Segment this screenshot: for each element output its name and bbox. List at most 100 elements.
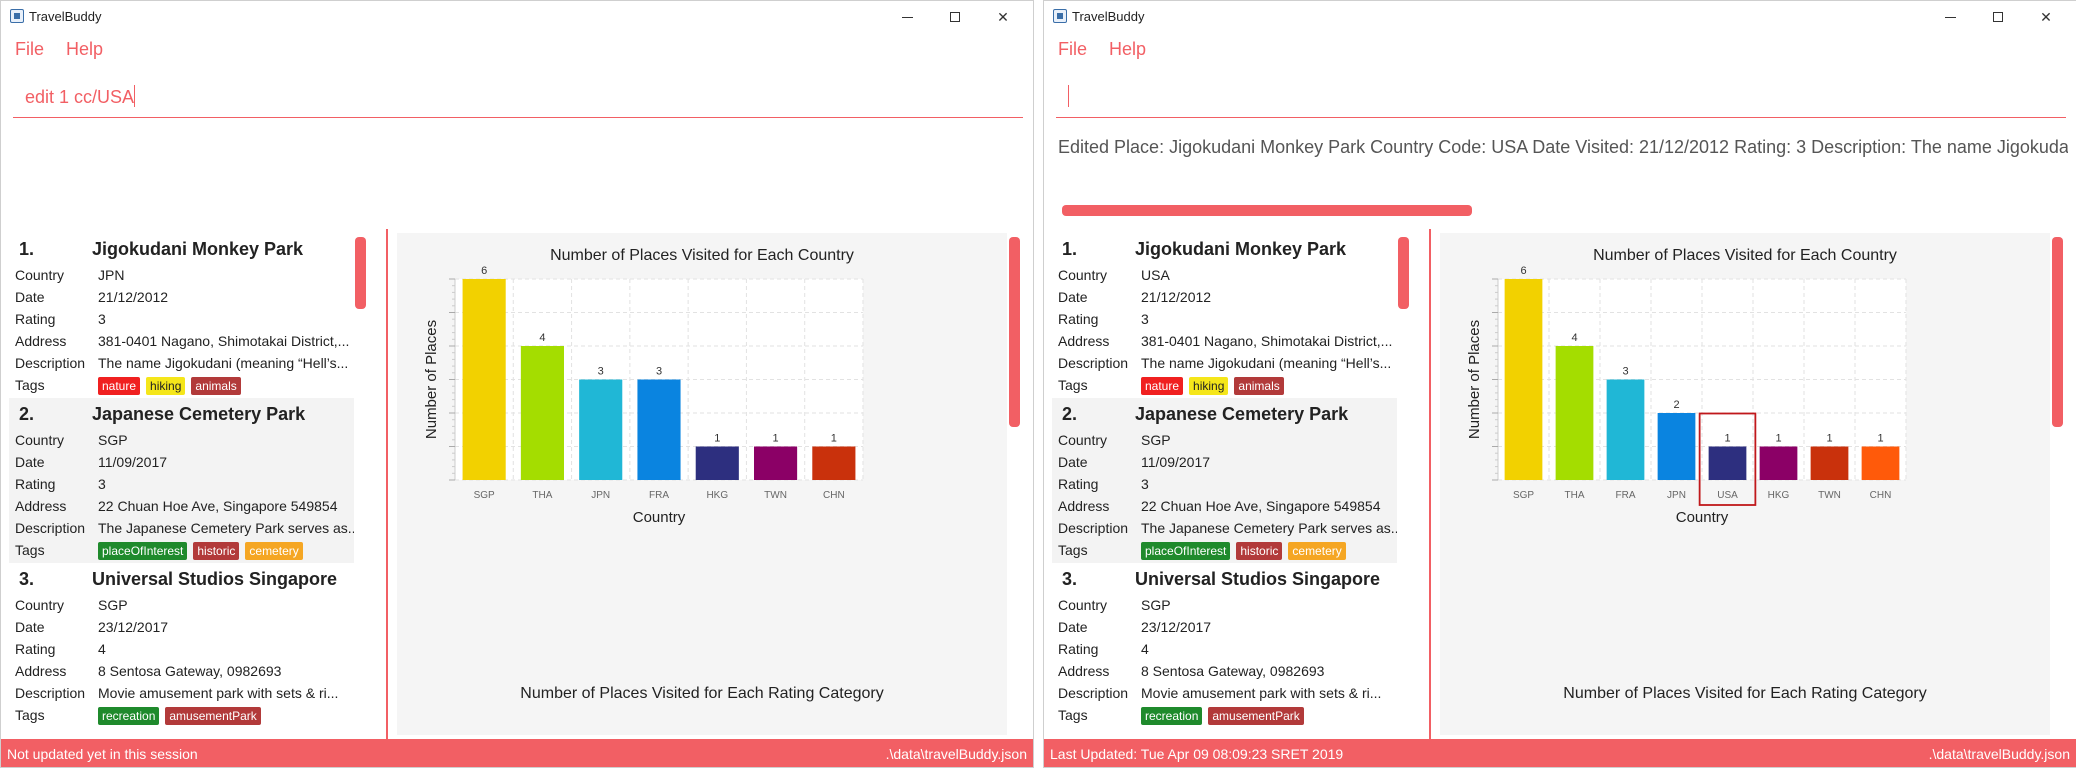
- chart-panel: Number of Places Visited for Each Countr…: [1440, 233, 2050, 735]
- x-tick-label: JPN: [1667, 490, 1686, 501]
- text-caret: [1068, 85, 1069, 107]
- bar-sgp[interactable]: [462, 279, 506, 480]
- bar-fra[interactable]: [637, 379, 681, 481]
- bar-twn[interactable]: [1810, 446, 1849, 481]
- x-tick-label: SGP: [474, 490, 495, 501]
- close-button[interactable]: ✕: [2026, 5, 2066, 29]
- tags-label: Tags: [15, 377, 45, 393]
- country-value: USA: [1141, 267, 1170, 283]
- bar-hkg[interactable]: [695, 446, 739, 481]
- list-scrollbar[interactable]: [1398, 237, 1409, 309]
- tag-list: placeOfInterest historic cemetery: [98, 542, 303, 560]
- tag-list: placeOfInterest historic cemetery: [1141, 542, 1346, 560]
- bar-jpn[interactable]: [579, 379, 623, 481]
- country-value: JPN: [98, 267, 125, 283]
- bar-value-label: 3: [656, 366, 662, 378]
- date-label: Date: [15, 619, 45, 635]
- split-divider[interactable]: [386, 229, 388, 739]
- place-name: Universal Studios Singapore: [1135, 569, 1381, 589]
- command-box[interactable]: [1056, 73, 2066, 118]
- command-box[interactable]: edit 1 cc/USA: [13, 73, 1023, 118]
- address-value: 8 Sentosa Gateway, 0982693: [98, 663, 282, 679]
- tag-recreation: recreation: [1141, 707, 1203, 725]
- tags-label: Tags: [15, 542, 45, 558]
- title-bar: TravelBuddy ✕: [1044, 1, 2076, 33]
- split-divider[interactable]: [1429, 229, 1431, 739]
- tag-animals: animals: [1234, 377, 1284, 395]
- chart-scrollbar[interactable]: [2052, 237, 2063, 427]
- x-tick-label: THA: [1565, 490, 1585, 501]
- place-card[interactable]: 2. Japanese Cemetery Park Country SGP Date 11…: [9, 398, 354, 563]
- tag-historic: historic: [193, 542, 240, 560]
- description-value: The Japanese Cemetery Park serves as...: [1141, 520, 1397, 536]
- place-card[interactable]: 1. Jigokudani Monkey Park Country USA Date 21…: [1052, 233, 1397, 398]
- x-tick-label: CHN: [1870, 490, 1892, 501]
- bar-value-label: 1: [1724, 433, 1730, 445]
- address-value: 22 Chuan Hoe Ave, Singapore 549854: [98, 498, 338, 514]
- close-button[interactable]: ✕: [983, 5, 1023, 29]
- x-tick-label: SGP: [1513, 490, 1534, 501]
- menu-help[interactable]: Help: [66, 39, 103, 59]
- place-card[interactable]: 1. Jigokudani Monkey Park Country JPN Date 21…: [9, 233, 354, 398]
- date-label: Date: [15, 289, 45, 305]
- menu-file[interactable]: File: [1058, 39, 1087, 59]
- maximize-icon: [1993, 12, 2003, 22]
- x-tick-label: FRA: [1616, 490, 1636, 501]
- place-list[interactable]: 1. Jigokudani Monkey Park Country JPN Date 21…: [9, 233, 354, 733]
- maximize-button[interactable]: [1978, 5, 2018, 29]
- bar-sgp[interactable]: [1504, 279, 1543, 480]
- bar-value-label: 4: [539, 332, 545, 344]
- rating-label: Rating: [1058, 641, 1099, 657]
- status-file-path: .\data\travelBuddy.json: [1928, 746, 2070, 762]
- window-title: TravelBuddy: [29, 9, 102, 24]
- status-last-updated: Last Updated: Tue Apr 09 08:09:23 SRET 2…: [1050, 746, 1344, 762]
- title-bar: TravelBuddy ✕: [1, 1, 1033, 33]
- x-tick-label: TWN: [764, 490, 787, 501]
- place-name: Universal Studios Singapore: [92, 569, 338, 589]
- bar-tha[interactable]: [1555, 346, 1594, 480]
- place-index: 1.: [1062, 239, 1078, 259]
- tag-list: recreation amusementPark: [98, 707, 261, 725]
- maximize-button[interactable]: [935, 5, 975, 29]
- tag-animals: animals: [191, 377, 241, 395]
- x-tick-label: HKG: [706, 490, 728, 501]
- status-file-path: .\data\travelBuddy.json: [885, 746, 1027, 762]
- x-tick-label: USA: [1717, 490, 1738, 501]
- bar-hkg[interactable]: [1759, 446, 1798, 481]
- bar-chn[interactable]: [812, 446, 856, 481]
- minimize-button[interactable]: [887, 5, 927, 29]
- tag-placeofinterest: placeOfInterest: [98, 542, 188, 560]
- bar-usa[interactable]: [1708, 446, 1747, 481]
- bar-tha[interactable]: [520, 346, 564, 480]
- command-input[interactable]: edit 1 cc/USA: [25, 87, 134, 107]
- chart-panel: Number of Places Visited for Each Countr…: [397, 233, 1007, 735]
- result-scrollbar[interactable]: [1062, 205, 1472, 216]
- menu-help[interactable]: Help: [1109, 39, 1146, 59]
- menu-file[interactable]: File: [15, 39, 44, 59]
- date-value: 23/12/2017: [1141, 619, 1212, 635]
- chart-scrollbar[interactable]: [1009, 237, 1020, 427]
- rating-label: Rating: [15, 476, 56, 492]
- bar-twn[interactable]: [754, 446, 798, 481]
- tag-cemetery: cemetery: [1288, 542, 1346, 560]
- bar-value-label: 4: [1571, 332, 1577, 344]
- place-list[interactable]: 1. Jigokudani Monkey Park Country USA Date 21…: [1052, 233, 1397, 733]
- bar-fra[interactable]: [1606, 379, 1645, 481]
- address-label: Address: [15, 333, 67, 349]
- app-window-after: TravelBuddy ✕ File Help Edited Place: Jig…: [1043, 0, 2076, 768]
- x-tick-label: FRA: [649, 490, 669, 501]
- bar-chn[interactable]: [1861, 446, 1900, 481]
- place-card[interactable]: 3. Universal Studios Singapore Country SGP D…: [1052, 563, 1397, 728]
- close-icon: ✕: [997, 8, 1009, 25]
- description-label: Description: [15, 355, 86, 371]
- list-scrollbar[interactable]: [355, 237, 366, 309]
- tag-list: nature hiking animals: [1141, 377, 1284, 395]
- minimize-button[interactable]: [1930, 5, 1970, 29]
- bar-value-label: 1: [1826, 433, 1832, 445]
- x-tick-label: TWN: [1818, 490, 1841, 501]
- place-index: 3.: [1062, 569, 1078, 589]
- place-card[interactable]: 2. Japanese Cemetery Park Country SGP Date 11…: [1052, 398, 1397, 563]
- place-card[interactable]: 3. Universal Studios Singapore Country SGP D…: [9, 563, 354, 728]
- bar-jpn[interactable]: [1657, 413, 1696, 480]
- tags-label: Tags: [1058, 542, 1088, 558]
